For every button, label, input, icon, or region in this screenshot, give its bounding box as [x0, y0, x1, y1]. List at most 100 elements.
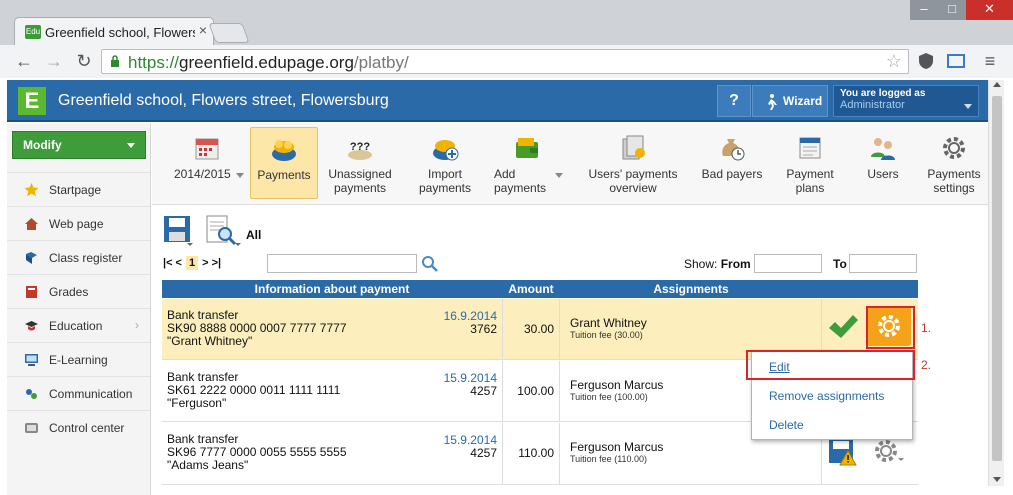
chevron-down-icon — [555, 173, 563, 178]
toolbar-item-users[interactable]: Users — [852, 127, 914, 199]
modify-button[interactable]: Modify — [12, 131, 146, 159]
edupage-favicon: Edu — [25, 25, 41, 39]
forward-icon[interactable]: → — [42, 50, 66, 72]
wizard-label: Wizard — [783, 94, 823, 108]
login-dropdown[interactable]: You are logged as Administrator — [833, 85, 979, 117]
assignee-name: Grant Whitney — [570, 316, 647, 330]
scroll-down-icon[interactable] — [993, 477, 1001, 482]
wallet-icon — [516, 138, 538, 158]
payment-ref: 4257 — [470, 446, 497, 460]
payment-date: 15.9.2014 — [443, 371, 497, 385]
payer-name: "Adams Jeans" — [167, 458, 249, 472]
annotation-step-2: 2. — [921, 358, 932, 372]
payment-date: 16.9.2014 — [443, 309, 497, 323]
menu-icon[interactable]: ≡ — [978, 50, 1002, 72]
gear-icon[interactable] — [872, 437, 904, 465]
sidebar-item-startpage[interactable]: Startpage — [7, 172, 150, 206]
scroll-thumb[interactable] — [992, 96, 1002, 461]
to-date-input[interactable] — [849, 254, 917, 273]
search-document-icon[interactable] — [205, 215, 241, 247]
search-icon[interactable] — [421, 255, 439, 273]
bookmark-star-icon[interactable]: ☆ — [886, 51, 902, 72]
lock-icon — [111, 55, 119, 67]
shield-extension-icon[interactable] — [915, 51, 937, 71]
toolbar-label: Bad payers — [701, 167, 763, 181]
toolbar-label: Import payments — [418, 167, 472, 195]
address-bar[interactable]: https://greenfield.edupage.org/platby/ ☆ — [101, 49, 909, 74]
login-caption: You are logged as — [840, 88, 926, 99]
modify-label: Modify — [23, 138, 62, 152]
pagination: |< < 1 > >| — [163, 256, 221, 270]
login-user: Administrator — [840, 99, 905, 111]
window-controls: – □ ✕ — [910, 0, 1013, 20]
toolbar-item-payment-plans[interactable]: Payment plans — [778, 127, 842, 199]
toolbar-label: Payment plans — [786, 167, 834, 195]
save-export-icon[interactable] — [163, 215, 193, 247]
toolbar-item-school-year[interactable]: 2014/2015 — [166, 127, 248, 199]
toolbar-item-payments-settings[interactable]: Payments settings — [922, 127, 986, 199]
sidebar-item-e-learning[interactable]: E-Learning — [7, 342, 150, 376]
search-input[interactable] — [267, 254, 417, 273]
scroll-up-icon[interactable] — [993, 82, 1001, 87]
pager-first-prev[interactable]: |< < — [163, 257, 182, 269]
tab-close-icon[interactable]: × — [199, 22, 207, 38]
pager-next-last[interactable]: > >| — [202, 257, 221, 269]
new-tab-button[interactable] — [208, 23, 250, 43]
walking-person-icon — [768, 94, 777, 110]
maximize-button[interactable]: □ — [938, 0, 966, 20]
assignee-name: Ferguson Marcus — [570, 378, 664, 392]
close-window-button[interactable]: ✕ — [966, 0, 1013, 20]
star-icon — [24, 183, 39, 197]
toolbar-item-bad-payers[interactable]: Bad payers — [696, 127, 768, 199]
payments-toolbar: 2014/2015 Payments ??? Unassigned paymen… — [152, 123, 988, 205]
sidebar: Modify Startpage Web page Class register… — [7, 123, 151, 495]
sidebar-item-grades[interactable]: Grades — [7, 274, 150, 308]
toolbar-item-import-payments[interactable]: Import payments — [405, 127, 485, 199]
header-amount[interactable]: Amount — [503, 282, 559, 296]
chevron-down-icon — [236, 173, 244, 178]
grades-icon — [26, 286, 37, 298]
sidebar-item-web-page[interactable]: Web page — [7, 206, 150, 240]
help-button[interactable]: ? — [717, 85, 751, 117]
vertical-scrollbar[interactable] — [988, 80, 1004, 486]
toolbar-item-unassigned-payments[interactable]: ??? Unassigned payments — [322, 127, 398, 199]
pager-current-page[interactable]: 1 — [185, 256, 199, 270]
header-assignments[interactable]: Assignments — [560, 282, 822, 296]
assignee-name: Ferguson Marcus — [570, 440, 664, 454]
toolbar-label: Add payments — [494, 167, 547, 195]
wizard-button[interactable]: Wizard — [752, 85, 828, 117]
app-header: E Greenfield school, Flowers street, Flo… — [7, 80, 1003, 122]
show-from-label: Show: From — [684, 257, 751, 271]
toolbar-item-payments[interactable]: Payments — [250, 127, 318, 199]
sidebar-item-label: Class register — [49, 251, 123, 265]
toolbar-label: Payments settings — [927, 167, 981, 195]
toolbar-label: Payments — [257, 168, 311, 182]
back-icon[interactable]: ← — [12, 50, 36, 72]
header-information[interactable]: Information about payment — [162, 282, 502, 296]
payment-ref: 3762 — [470, 322, 497, 336]
fullscreen-icon[interactable] — [945, 51, 967, 71]
reload-icon[interactable]: ↻ — [72, 50, 96, 72]
school-name: Greenfield school, Flowers street, Flowe… — [58, 92, 389, 109]
save-warning-icon[interactable] — [828, 437, 860, 467]
toolbar-item-add-payments[interactable]: Add payments — [490, 127, 564, 199]
sidebar-item-class-register[interactable]: Class register — [7, 240, 150, 274]
from-date-input[interactable] — [754, 254, 822, 273]
menu-item-delete[interactable]: Delete — [769, 418, 804, 432]
question-coins-icon: ??? — [348, 141, 372, 160]
sidebar-item-control-center[interactable]: Control center — [7, 410, 150, 444]
all-filter-label[interactable]: All — [246, 228, 261, 242]
browser-tab[interactable]: Edu Greenfield school, Flowers × — [14, 17, 214, 45]
sidebar-item-communication[interactable]: Communication — [7, 376, 150, 410]
sidebar-item-label: Grades — [49, 285, 89, 299]
sidebar-item-education[interactable]: Education › — [7, 308, 150, 342]
svg-text:???: ??? — [350, 141, 370, 153]
edupage-logo[interactable]: E — [18, 87, 46, 115]
toolbar-item-users-payments-overview[interactable]: Users' payments overview — [580, 127, 686, 199]
menu-item-remove-assignments[interactable]: Remove assignments — [769, 389, 884, 403]
annotation-box-gear — [866, 306, 915, 349]
annotation-step-1: 1. — [921, 321, 932, 335]
url-scheme: https:// — [128, 53, 180, 72]
minimize-button[interactable]: – — [910, 0, 938, 20]
to-date-label: To — [833, 257, 847, 271]
